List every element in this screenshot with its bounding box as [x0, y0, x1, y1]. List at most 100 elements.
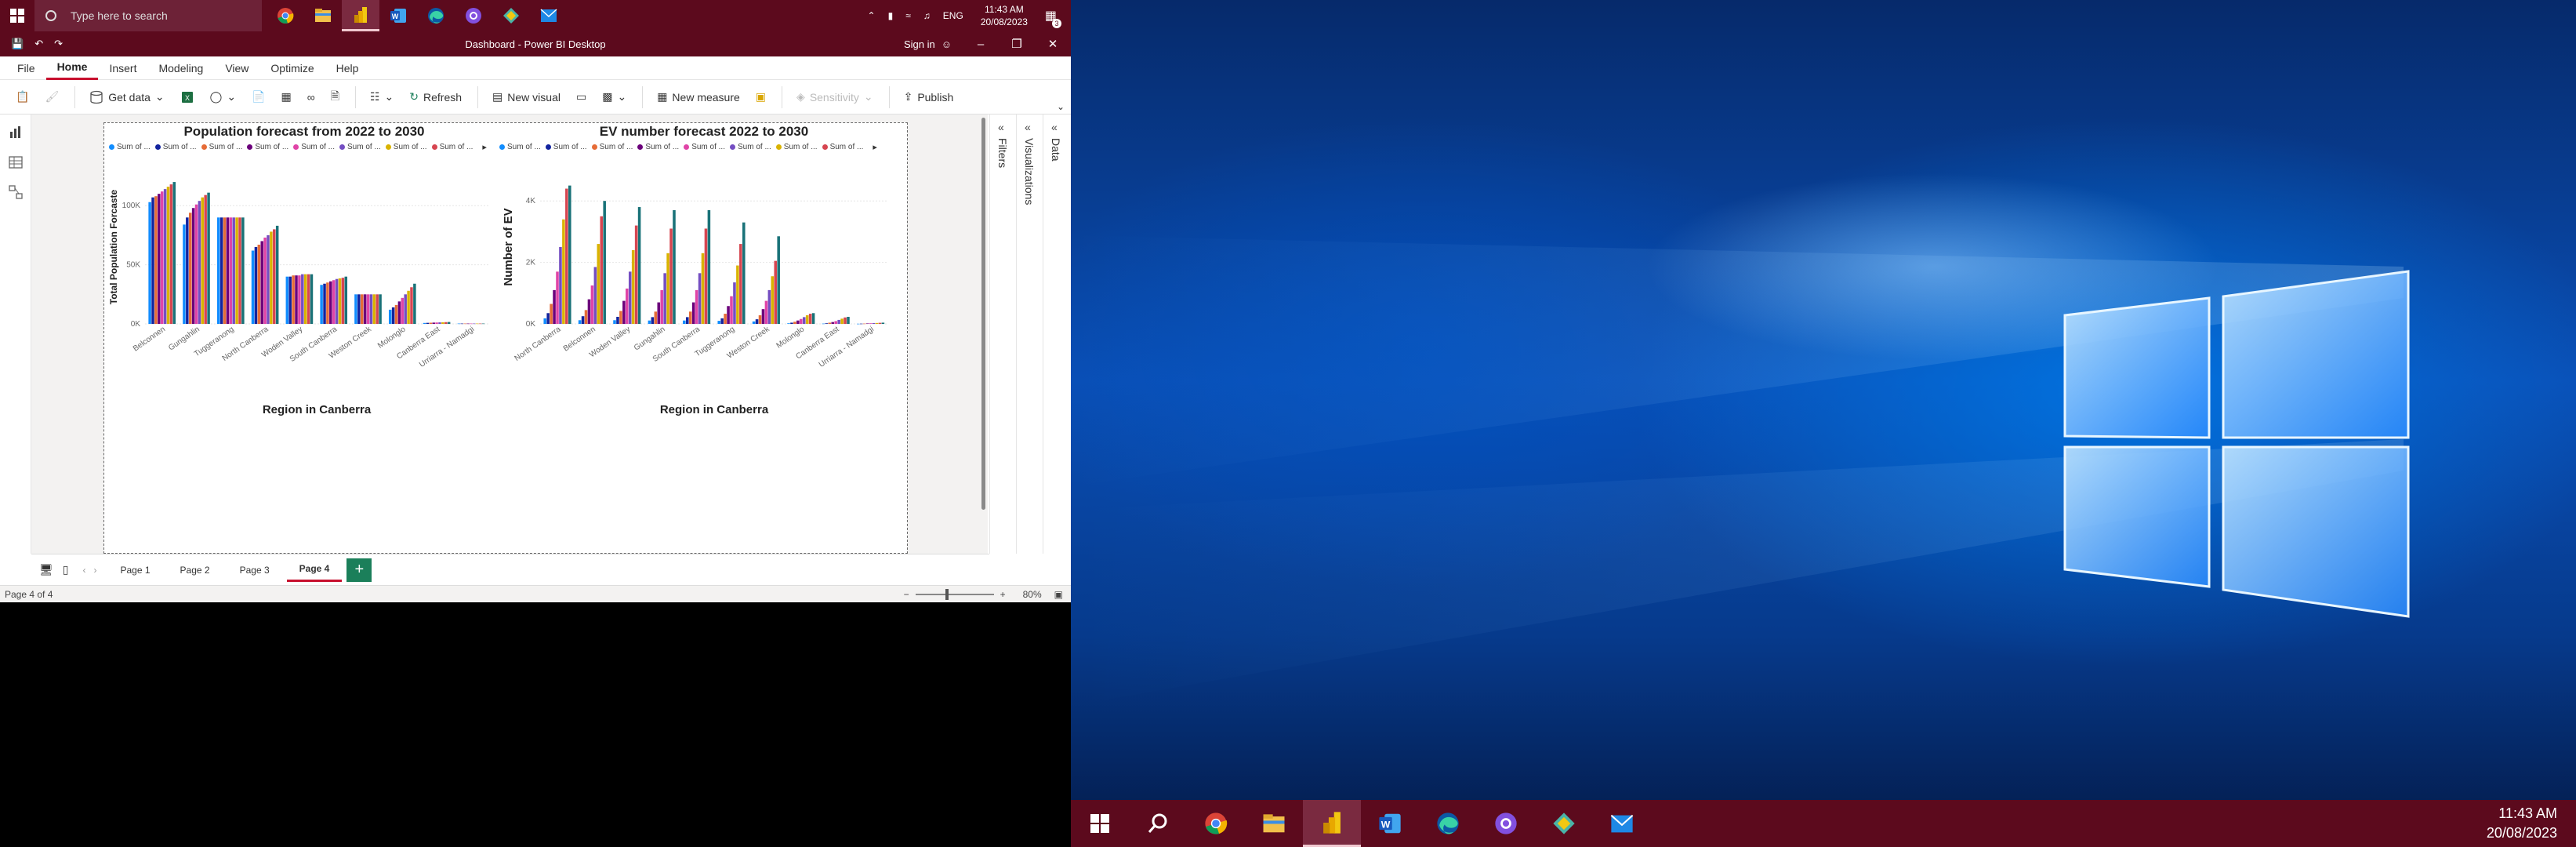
start-button[interactable] [0, 0, 34, 31]
tab-help[interactable]: Help [325, 56, 370, 80]
paste-button[interactable]: 📋 [16, 90, 29, 104]
chevron-up-icon[interactable]: ⌃ [868, 10, 876, 21]
report-view-icon[interactable] [7, 124, 24, 141]
taskbar-chrome[interactable] [267, 0, 304, 31]
population-chart[interactable]: 0K 50K 100KTotal Population Forcaste Belcon… [104, 154, 496, 421]
canvas-scrollbar[interactable] [981, 118, 985, 510]
sql-button[interactable]: 📄 [252, 90, 265, 104]
taskbar-file-explorer[interactable] [1245, 800, 1303, 847]
transform-data-button[interactable]: ☷ ⌄ [370, 90, 394, 104]
desktop-layout-icon[interactable]: 🖥 [39, 563, 53, 576]
legend-item[interactable]: Sum of ... [154, 143, 197, 151]
page-tab-1[interactable]: Page 1 [108, 558, 163, 582]
add-page-button[interactable]: + [346, 558, 372, 582]
taskbar-edge[interactable] [1419, 800, 1477, 847]
table-view-icon[interactable] [7, 154, 24, 171]
ev-chart-legend[interactable]: Sum of ... Sum of ... Sum of ... Sum of ...… [499, 142, 877, 152]
model-view-icon[interactable] [7, 184, 24, 201]
text-box-button[interactable]: ▭ [576, 90, 586, 104]
visualizations-pane[interactable]: « Visualizations [1016, 115, 1043, 554]
legend-item[interactable]: Sum of ... [247, 143, 288, 151]
expand-icon[interactable]: « [1025, 121, 1031, 133]
taskbar-file-explorer[interactable] [304, 0, 342, 31]
tab-modeling[interactable]: Modeling [147, 56, 214, 80]
legend-item[interactable]: Sum of ... [339, 143, 381, 151]
wifi-icon[interactable]: ≈ [905, 10, 911, 21]
legend-item[interactable]: Sum of ... [385, 143, 427, 151]
taskbar-mail[interactable] [530, 0, 568, 31]
zoom-slider[interactable] [915, 588, 994, 600]
expand-icon[interactable]: « [1051, 121, 1058, 133]
legend-item[interactable]: Sum of ... [499, 143, 541, 151]
taskbar-github[interactable] [1477, 800, 1535, 847]
taskbar-word[interactable]: W [379, 0, 417, 31]
taskbar-mail[interactable] [1593, 800, 1651, 847]
legend-item[interactable]: Sum of ... [775, 143, 818, 151]
population-chart-legend[interactable]: Sum of ... Sum of ... Sum of ... Sum of ...… [109, 142, 487, 152]
tab-file[interactable]: File [6, 56, 46, 80]
taskbar-edge[interactable] [417, 0, 455, 31]
publish-button[interactable]: ⇪ Publish [904, 90, 954, 104]
onelake-button[interactable]: ◯ ⌄ [210, 90, 236, 104]
sensitivity-button[interactable]: ◈ Sensitivity ⌄ [796, 90, 873, 104]
taskbar-github[interactable] [455, 0, 492, 31]
clock[interactable]: 11:43 AM 20/08/2023 [2487, 804, 2576, 843]
language-indicator[interactable]: ENG [943, 10, 963, 21]
mobile-layout-icon[interactable]: ▯ [63, 563, 69, 576]
taskbar-word[interactable]: W [1361, 800, 1419, 847]
excel-button[interactable]: X [180, 90, 194, 104]
minimize-button[interactable]: – [963, 31, 999, 56]
taskbar-search-button[interactable] [1129, 800, 1187, 847]
refresh-button[interactable]: ↻ Refresh [409, 90, 462, 104]
taskbar-gitkraken[interactable] [492, 0, 530, 31]
undo-icon[interactable]: ↶ [34, 38, 43, 50]
legend-item[interactable]: Sum of ... [431, 143, 473, 151]
tab-insert[interactable]: Insert [98, 56, 147, 80]
tab-home[interactable]: Home [45, 56, 99, 80]
new-visual-button[interactable]: ▤ New visual [492, 90, 561, 104]
recent-sources-button[interactable]: 🗎 [331, 88, 339, 107]
taskbar-power-bi[interactable] [342, 0, 379, 31]
dataverse-button[interactable]: ∞ [307, 91, 315, 104]
legend-item[interactable]: Sum of ... [684, 143, 725, 151]
page-tab-3[interactable]: Page 3 [227, 558, 282, 582]
legend-item[interactable]: Sum of ... [591, 143, 633, 151]
zoom-in-icon[interactable]: + [1000, 589, 1006, 600]
more-visuals-button[interactable]: ▩ ⌄ [602, 90, 626, 104]
taskbar-gitkraken[interactable] [1535, 800, 1593, 847]
clock[interactable]: 11:43 AM 20/08/2023 [981, 3, 1028, 28]
filters-pane[interactable]: « Filters [989, 115, 1016, 554]
taskbar-search-box[interactable]: Type here to search [34, 0, 262, 31]
ribbon-collapse-icon[interactable]: ⌄ [1057, 101, 1065, 112]
battery-icon[interactable]: ▮ [888, 10, 894, 21]
zoom-slider-knob[interactable] [945, 588, 949, 600]
legend-item[interactable]: Sum of ... [293, 143, 335, 151]
scroll-right-icon[interactable]: › [94, 565, 97, 576]
scroll-left-icon[interactable]: ‹ [83, 565, 86, 576]
start-button[interactable] [1071, 800, 1129, 847]
redo-icon[interactable]: ↷ [54, 38, 63, 50]
restore-button[interactable]: ❐ [999, 31, 1035, 56]
legend-next-icon[interactable]: ▸ [873, 142, 877, 152]
zoom-out-icon[interactable]: − [904, 589, 909, 600]
page-tab-4[interactable]: Page 4 [286, 558, 343, 582]
legend-item[interactable]: Sum of ... [545, 143, 587, 151]
legend-item[interactable]: Sum of ... [109, 143, 151, 151]
tab-optimize[interactable]: Optimize [259, 56, 325, 80]
legend-item[interactable]: Sum of ... [637, 143, 679, 151]
legend-next-icon[interactable]: ▸ [482, 142, 487, 152]
taskbar-chrome[interactable] [1187, 800, 1245, 847]
taskbar-power-bi[interactable] [1303, 800, 1361, 847]
page-tab-2[interactable]: Page 2 [168, 558, 223, 582]
enter-data-button[interactable]: ▦ [281, 90, 292, 104]
sign-in-button[interactable]: Sign in ☺ [904, 38, 952, 50]
ev-chart[interactable]: 0K2K4KNumber of EVNorth Canberra Belconne… [496, 154, 904, 421]
legend-item[interactable]: Sum of ... [729, 143, 771, 151]
legend-item[interactable]: Sum of ... [822, 143, 863, 151]
fit-to-page-icon[interactable]: ▣ [1054, 589, 1063, 600]
new-measure-button[interactable]: ▦ New measure [657, 90, 740, 104]
expand-icon[interactable]: « [998, 121, 1004, 133]
quick-measure-button[interactable]: ▣ [756, 90, 766, 104]
smiley-icon[interactable]: ☺ [942, 38, 952, 50]
get-data-button[interactable]: Get data ⌄ [89, 90, 165, 104]
